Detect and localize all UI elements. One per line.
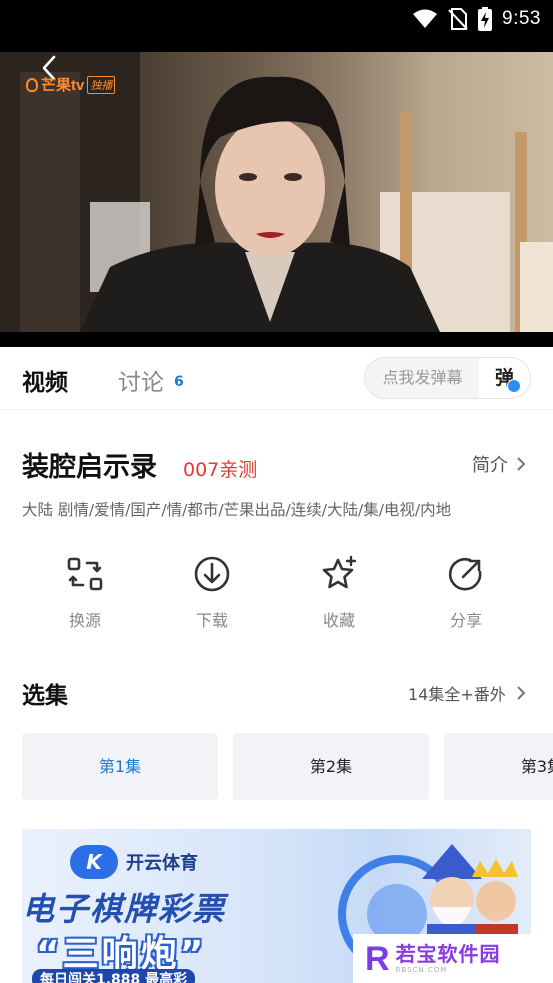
episode-item-1[interactable]: 第1集 bbox=[22, 733, 218, 800]
star-icon bbox=[322, 555, 357, 589]
ad-brand: K 开云体育 bbox=[70, 845, 198, 879]
brand-name: 开云体育 bbox=[126, 853, 198, 874]
show-title: 装腔启示录 bbox=[22, 452, 157, 483]
wifi-icon bbox=[413, 9, 438, 28]
mango-logo-icon bbox=[26, 77, 38, 92]
download-button[interactable]: 下载 bbox=[172, 553, 252, 631]
episode-item-3[interactable]: 第3集 bbox=[444, 733, 553, 800]
download-icon bbox=[194, 556, 230, 592]
watermark-text: 若宝软件园 RBSCN.COM bbox=[396, 944, 501, 974]
danmu-input[interactable]: 点我发弹幕 bbox=[365, 358, 480, 398]
watermark-logo: R bbox=[365, 939, 390, 978]
danmu-toggle-button[interactable]: 弹 bbox=[479, 358, 530, 398]
status-bar: 9:53 bbox=[0, 0, 553, 38]
tab-discuss[interactable]: 讨论 bbox=[118, 363, 164, 397]
episodes-count: 14集全+番外 bbox=[408, 685, 506, 704]
tabs-row: 视频 讨论 6 点我发弹幕 弹 bbox=[0, 347, 553, 410]
discuss-count-badge: 6 bbox=[174, 374, 184, 390]
episode-list: 第1集 第2集 第3集 bbox=[22, 733, 553, 800]
chevron-right-icon bbox=[517, 457, 526, 471]
video-player[interactable]: 芒果tv 独播 bbox=[0, 38, 553, 347]
ad-headline: 电子棋牌彩票 bbox=[22, 890, 227, 928]
ad-tagline: 每日闯关1,888 最高彩 bbox=[32, 969, 196, 983]
tab-video[interactable]: 视频 bbox=[22, 363, 68, 397]
chevron-right-icon bbox=[517, 686, 526, 700]
episodes-title: 选集 bbox=[22, 683, 68, 709]
share-button[interactable]: 分享 bbox=[426, 553, 506, 631]
share-label: 分享 bbox=[449, 611, 482, 630]
logo-text: 芒果tv bbox=[41, 77, 85, 94]
no-sim-icon bbox=[448, 8, 468, 30]
mango-tv-logo: 芒果tv 独播 bbox=[26, 74, 116, 95]
watermark-sub: RBSCN.COM bbox=[395, 965, 448, 974]
favorite-button[interactable]: 收藏 bbox=[299, 553, 379, 631]
intro-link[interactable]: 简介 bbox=[472, 451, 526, 477]
intro-label: 简介 bbox=[472, 455, 508, 476]
watermark: R 若宝软件园 RBSCN.COM bbox=[353, 934, 531, 983]
switch-source-icon bbox=[67, 557, 103, 591]
status-icons: 9:53 bbox=[412, 6, 541, 32]
show-tags: 大陆 剧情/爱情/国产/情/都市/芒果出品/连续/大陆/集/电视/内地 bbox=[22, 501, 452, 519]
switch-source-button[interactable]: 换源 bbox=[45, 553, 125, 631]
show-score: 007亲测 bbox=[183, 459, 258, 481]
check-icon bbox=[507, 379, 521, 393]
status-time: 9:53 bbox=[502, 8, 541, 29]
favorite-label: 收藏 bbox=[322, 611, 355, 630]
danmu-bar: 点我发弹幕 弹 bbox=[364, 357, 531, 399]
episodes-more-link[interactable]: 14集全+番外 bbox=[408, 681, 526, 705]
share-icon bbox=[448, 557, 482, 591]
battery-charging-icon bbox=[478, 7, 493, 31]
brand-logo: K bbox=[70, 845, 118, 879]
switch-source-label: 换源 bbox=[68, 611, 101, 630]
action-bar: 换源 下载 收藏 分享 bbox=[0, 553, 553, 637]
logo-badge: 独播 bbox=[87, 75, 116, 94]
watermark-main: 若宝软件园 bbox=[395, 941, 501, 966]
download-label: 下载 bbox=[195, 611, 228, 630]
episode-item-2[interactable]: 第2集 bbox=[233, 733, 429, 800]
